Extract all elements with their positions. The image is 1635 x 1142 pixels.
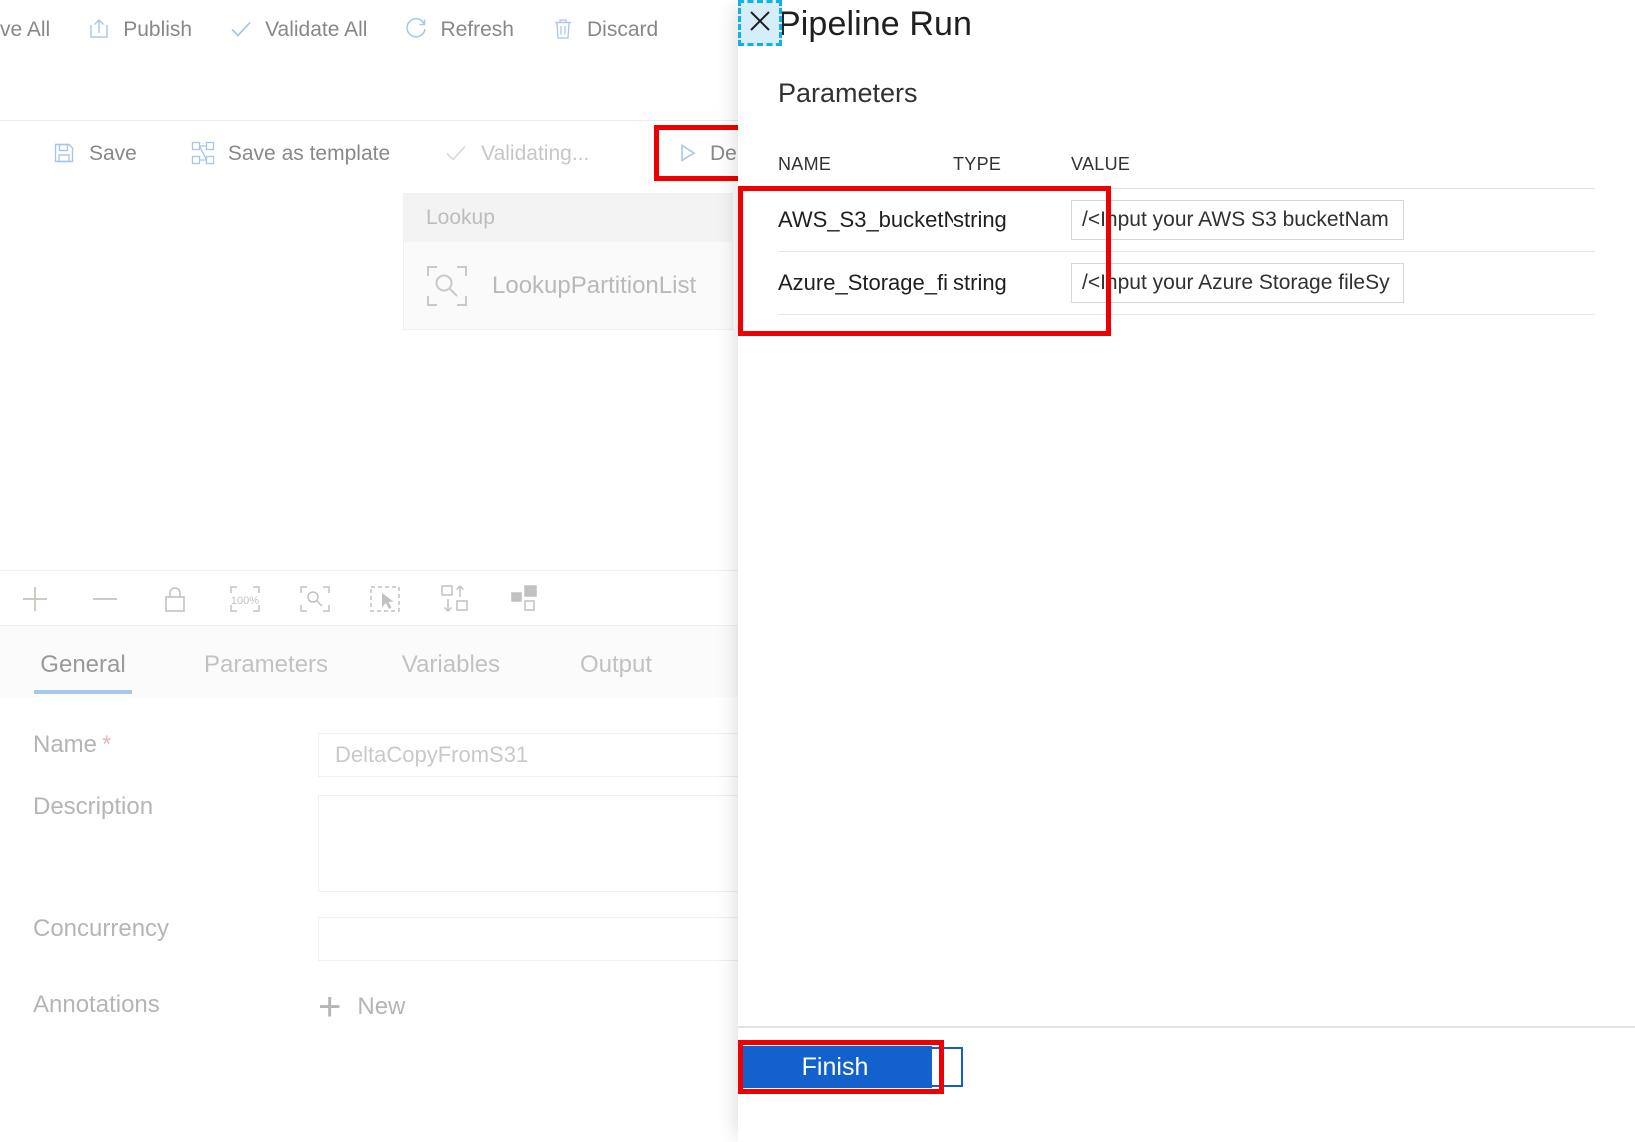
required-asterisk: * [102,731,112,758]
tab-general[interactable]: General [24,632,142,698]
tab-output[interactable]: Output [572,632,660,698]
panel-subtitle: Parameters [778,78,918,108]
checkmark-icon [228,16,254,42]
publish-label: Publish [123,17,193,41]
name-label: Name * [0,733,318,757]
save-all-button[interactable]: ve All [0,0,60,58]
parameter-value-cell: /<Input your AWS S3 bucketNam [1071,200,1595,240]
publish-upload-icon [86,16,112,42]
finish-button[interactable]: Finish [738,1046,932,1088]
parameter-name: Azure_Storage_fi [778,270,948,295]
debug-label: De [710,141,737,165]
tab-output-label: Output [579,651,653,678]
zoom-out-button[interactable] [70,571,140,626]
parameter-type: string [953,270,1007,295]
aws-s3-bucketname-input[interactable]: /<Input your AWS S3 bucketNam [1071,200,1404,240]
refresh-button[interactable]: Refresh [393,0,524,58]
description-textarea[interactable] [318,795,748,892]
checkmark-icon [443,140,469,166]
azure-storage-filesystem-input[interactable]: /<Input your Azure Storage fileSy [1071,263,1404,303]
validating-status: Validating... [429,122,603,184]
add-annotation-label: New [357,993,406,1020]
save-as-template-label: Save as template [227,141,391,165]
canvas-tool-strip: 100% [0,570,760,626]
column-header-value: VALUE [1071,153,1131,174]
plus-icon: + [318,985,342,1029]
annotations-field-row: Annotations + New [0,985,760,1029]
column-header-type: TYPE [953,153,1002,174]
annotations-label: Annotations [33,991,160,1018]
table-row: AWS_S3_bucketN string /<Input your AWS S… [778,189,1595,252]
tab-variables[interactable]: Variables [398,632,504,698]
pipeline-canvas[interactable]: Lookup LookupPartitionList [0,185,760,570]
panel-footer-divider [738,1026,1635,1028]
tab-variables-label: Variables [401,651,501,678]
template-icon [190,140,216,166]
close-panel-button[interactable] [738,0,782,46]
discard-button[interactable]: Discard [540,0,668,58]
name-input-value: DeltaCopyFromS31 [335,742,529,767]
concurrency-field-row: Concurrency [0,917,760,961]
close-x-icon [745,6,775,41]
parameter-type: string [953,207,1007,232]
refresh-label: Refresh [440,17,514,41]
zoom-to-fit-button[interactable] [280,571,350,626]
panel-title: Pipeline Run [778,5,972,43]
description-label: Description [33,793,154,820]
marquee-select-button[interactable] [350,571,420,626]
validating-label: Validating... [481,141,590,165]
auto-align-button[interactable] [420,571,490,626]
data-factory-authoring-background: ve All Publish Validate All Refresh Disc… [0,0,760,1142]
save-label: Save [89,141,137,165]
general-tab-panel: Name * DeltaCopyFromS31 Description Concu… [0,697,760,1142]
top-command-bar: ve All Publish Validate All Refresh Disc… [0,0,760,58]
name-label-text: Name [33,731,98,758]
parameters-table: NAME TYPE VALUE AWS_S3_bucketN string /<… [778,140,1595,315]
auto-layout-button[interactable] [490,571,560,626]
name-field-row: Name * DeltaCopyFromS31 [0,733,760,777]
save-button[interactable]: Save [37,122,151,184]
column-header-name: NAME [778,153,832,174]
zoom-in-button[interactable] [0,571,70,626]
save-all-label: ve All [0,17,51,41]
concurrency-label: Concurrency [33,915,170,942]
activity-type-label: Lookup [404,194,732,242]
lookup-magnifier-icon [424,263,470,309]
lock-canvas-button[interactable] [140,571,210,626]
refresh-icon [403,16,429,42]
validate-all-button[interactable]: Validate All [218,0,377,58]
zoom-to-100-button[interactable]: 100% [210,571,280,626]
table-row: Azure_Storage_fi string /<Input your Azu… [778,252,1595,315]
trash-icon [550,16,576,42]
save-as-template-button[interactable]: Save as template [176,122,404,184]
parameter-value-cell: /<Input your Azure Storage fileSy [1071,263,1595,303]
add-annotation-button[interactable]: + New [318,985,406,1029]
activity-name: LookupPartitionList [492,272,697,299]
pipeline-run-panel: Pipeline Run Parameters NAME TYPE VALUE … [738,0,1635,1142]
discard-label: Discard [586,17,659,41]
detail-tab-bar: General Parameters Variables Output [0,625,760,699]
tab-general-label: General [40,651,126,678]
concurrency-input[interactable] [318,917,748,961]
name-input[interactable]: DeltaCopyFromS31 [318,733,748,777]
tab-parameters-label: Parameters [203,651,329,678]
parameter-name: AWS_S3_bucketN [778,207,953,232]
svg-text:100%: 100% [231,595,259,607]
lookup-activity-node[interactable]: Lookup LookupPartitionList [403,193,733,330]
pipeline-toolbar: Save Save as template Validating... [0,120,760,186]
validate-all-label: Validate All [265,17,368,41]
publish-button[interactable]: Publish [76,0,202,58]
description-field-row: Description [0,795,760,892]
tab-parameters[interactable]: Parameters [203,632,329,698]
play-triangle-icon [674,140,700,166]
parameters-table-header: NAME TYPE VALUE [778,140,1595,189]
save-floppy-icon [51,140,77,166]
